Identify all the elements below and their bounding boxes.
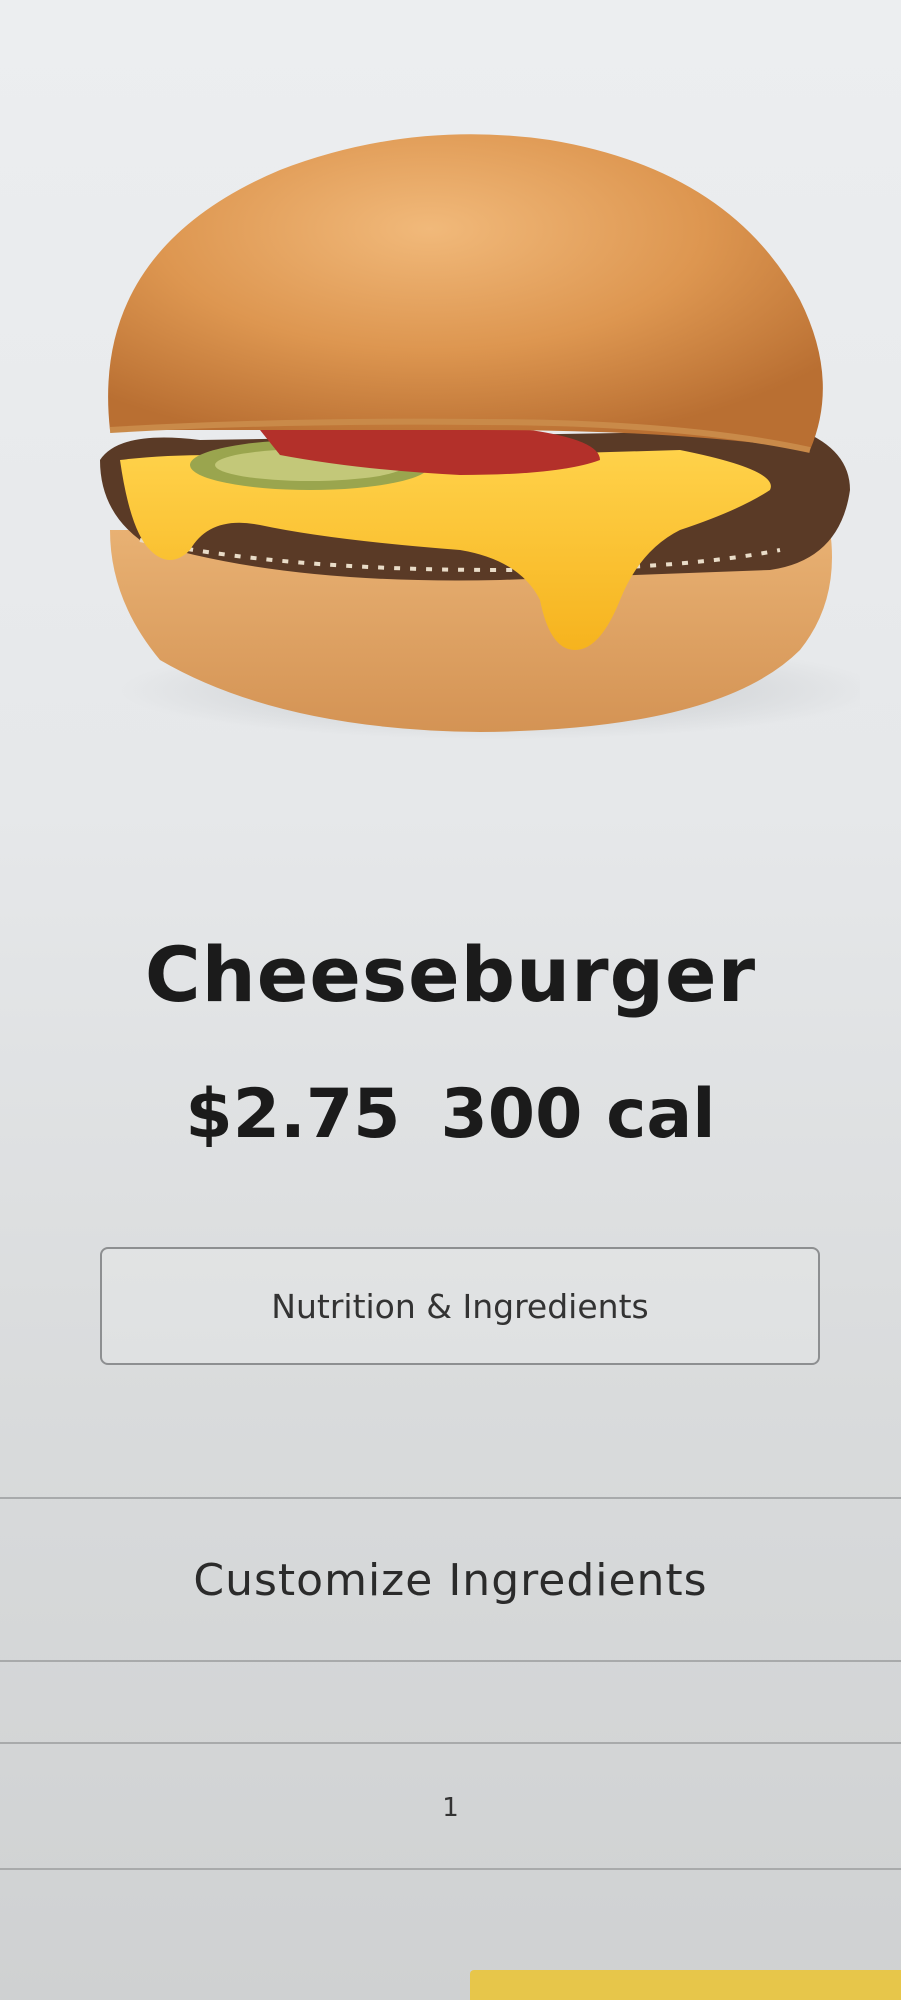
product-calories: 300 cal xyxy=(440,1075,716,1154)
divider xyxy=(0,1742,901,1744)
add-to-bag-button[interactable] xyxy=(470,1970,901,2000)
product-name: Cheeseburger xyxy=(144,930,757,1019)
divider xyxy=(0,1660,901,1662)
customize-ingredients-button[interactable]: Customize Ingredients xyxy=(0,1500,901,1660)
nutrition-ingredients-label: Nutrition & Ingredients xyxy=(271,1286,649,1326)
nutrition-ingredients-button[interactable]: Nutrition & Ingredients xyxy=(100,1247,820,1365)
quantity-value: 1 xyxy=(442,1792,459,1823)
top-bun xyxy=(108,134,823,450)
cheeseburger-image xyxy=(80,130,860,770)
divider xyxy=(0,1868,901,1870)
quantity-selector[interactable]: 1 xyxy=(0,1745,901,1870)
product-price: $2.75 xyxy=(185,1075,401,1154)
product-detail-screen: Cheeseburger $2.75 300 cal Nutrition & In… xyxy=(0,0,901,2000)
divider xyxy=(0,1497,901,1499)
customize-ingredients-label: Customize Ingredients xyxy=(193,1554,708,1606)
price-calories-row: $2.75 300 cal xyxy=(0,1075,901,1154)
